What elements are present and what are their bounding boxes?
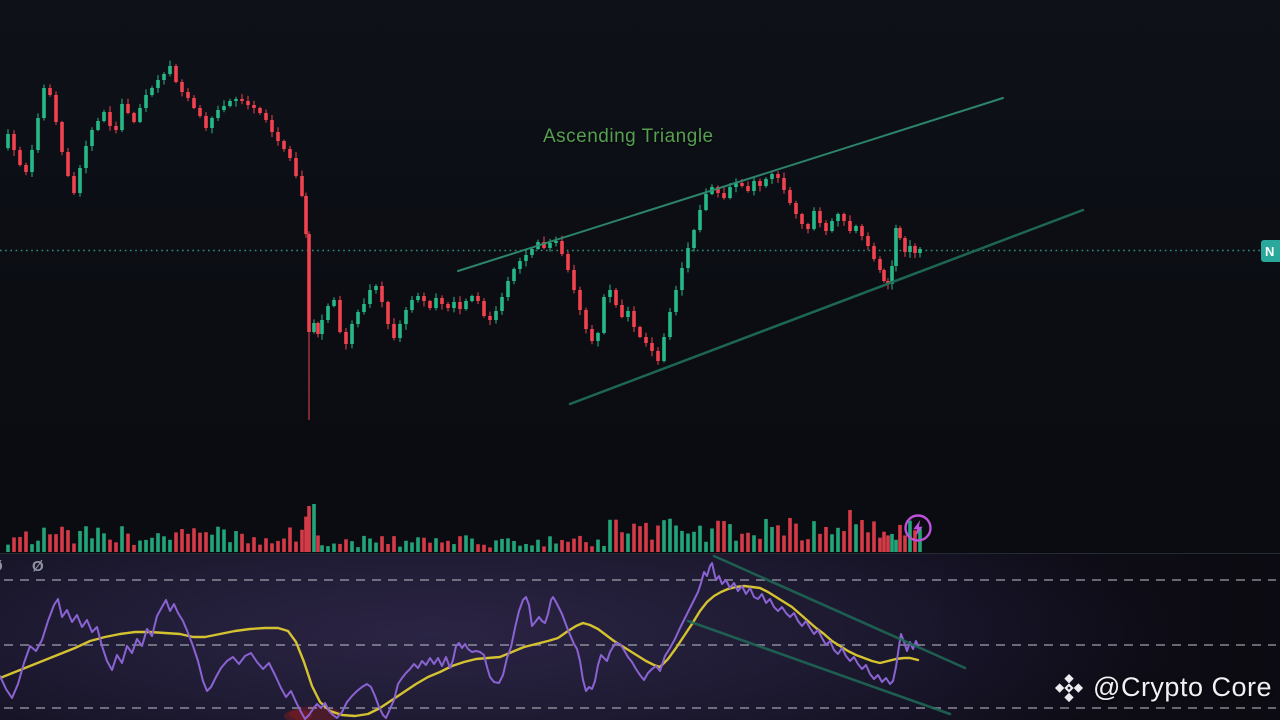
candlestick-layer: [0, 60, 1265, 552]
binance-logo-icon: [1054, 673, 1084, 702]
indicator-visibility-icon[interactable]: Ø: [32, 558, 44, 575]
annotation-ascending-triangle: Ascending Triangle: [543, 126, 714, 147]
watermark-handle: @Crypto Core: [1093, 672, 1272, 702]
main-chart: Ascending Triangle N: [0, 0, 1280, 553]
price-axis-label: N: [1261, 240, 1280, 262]
trading-chart-app: Ascending Triangle N Ø Ø @: [0, 0, 1280, 720]
watermark: @Crypto Core: [1054, 672, 1272, 703]
hidden-indicator-icon: Ø: [0, 558, 8, 575]
indicator-legend: Ø Ø: [0, 556, 44, 576]
lightning-icon[interactable]: [903, 513, 933, 543]
